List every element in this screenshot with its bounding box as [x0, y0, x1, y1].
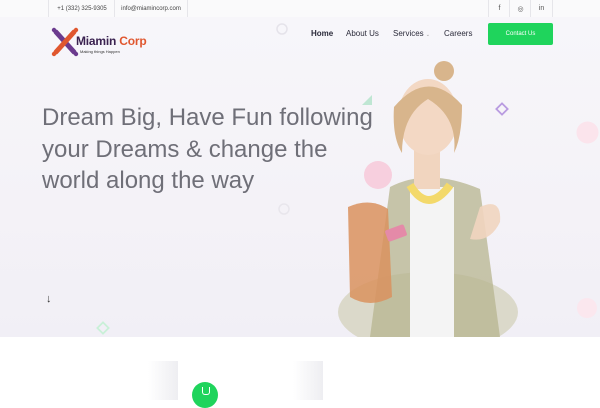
pink-circle-deco	[577, 298, 597, 318]
feature-icon	[192, 382, 218, 408]
facebook-icon[interactable]: f	[488, 0, 510, 17]
top-bar: +1 (332) 325-9305 info@miamincorp.com f …	[0, 0, 600, 18]
card-shadow	[148, 361, 178, 400]
diamond-deco	[96, 321, 110, 335]
nav-item-careers[interactable]: Careers	[444, 29, 472, 38]
logo[interactable]: Miamin Corp Making things Happen	[50, 26, 160, 60]
instagram-icon[interactable]: ◎	[509, 0, 531, 17]
nav-item-services[interactable]: Services ⌄	[393, 29, 430, 38]
pink-circle-deco	[576, 121, 599, 144]
diamond-deco	[495, 102, 509, 116]
nav-item-about-us[interactable]: About Us	[346, 29, 379, 38]
scroll-down-icon[interactable]: ↓	[46, 293, 52, 305]
circle-outline-deco	[276, 23, 288, 35]
brand-name-part2: Corp	[119, 34, 147, 48]
linkedin-icon[interactable]: in	[530, 0, 553, 17]
contact-us-button[interactable]: Contact Us	[488, 23, 553, 45]
hero-headline: Dream Big, Have Fun following your Dream…	[42, 104, 373, 194]
nav-item-services-label: Services	[393, 29, 424, 38]
email-address[interactable]: info@miamincorp.com	[114, 0, 188, 17]
brand-name-part1: Miamin	[76, 34, 117, 48]
brand-name: Miamin Corp	[76, 34, 147, 48]
circle-outline-deco	[278, 203, 290, 215]
brand-tagline: Making things Happen	[80, 49, 120, 54]
nav-item-home[interactable]: Home	[311, 29, 333, 38]
phone-number[interactable]: +1 (332) 325-9305	[48, 0, 115, 17]
card-shadow	[293, 361, 323, 400]
flask-icon	[202, 387, 210, 395]
features-section	[0, 337, 600, 408]
hero-section: Miamin Corp Making things Happen Home Ab…	[0, 17, 600, 337]
chevron-down-icon: ⌄	[425, 32, 430, 38]
